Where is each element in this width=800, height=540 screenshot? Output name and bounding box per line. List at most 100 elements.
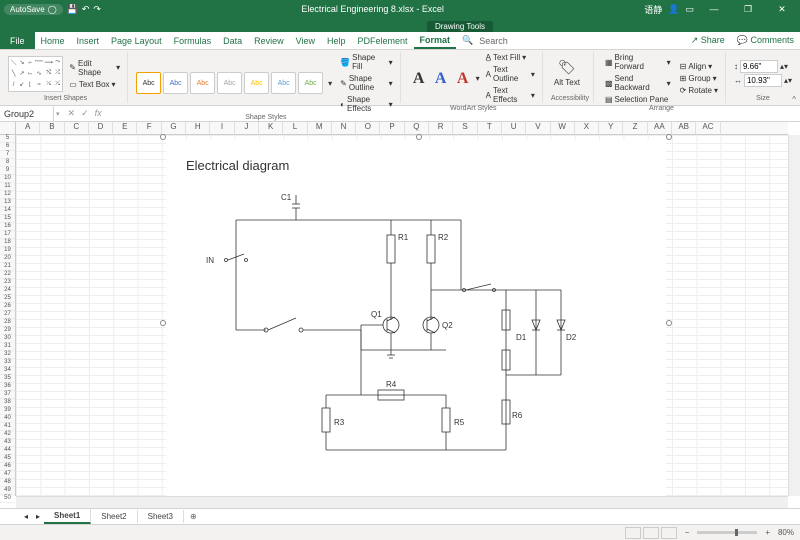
gallery-more-icon[interactable]: ▾	[326, 79, 334, 88]
zoom-level[interactable]: 80%	[778, 528, 794, 537]
row-header[interactable]: 38	[0, 399, 15, 407]
row-header[interactable]: 42	[0, 431, 15, 439]
style-swatch[interactable]: Abc	[271, 72, 296, 94]
row-header[interactable]: 32	[0, 351, 15, 359]
row-header[interactable]: 35	[0, 375, 15, 383]
column-header[interactable]: W	[551, 122, 575, 134]
comments-button[interactable]: 💬 Comments	[731, 35, 800, 46]
row-header[interactable]: 39	[0, 407, 15, 415]
row-header[interactable]: 23	[0, 279, 15, 287]
save-icon[interactable]: 💾	[67, 4, 78, 15]
column-header[interactable]: Z	[623, 122, 647, 134]
row-header[interactable]: 12	[0, 191, 15, 199]
column-header[interactable]: V	[526, 122, 550, 134]
column-header[interactable]: T	[478, 122, 502, 134]
spinner-icon[interactable]: ▴▾	[780, 62, 788, 71]
tab-formulas[interactable]: Formulas	[168, 32, 218, 49]
column-header[interactable]: L	[283, 122, 307, 134]
row-header[interactable]: 18	[0, 239, 15, 247]
collapse-ribbon-button[interactable]: ^	[792, 95, 796, 104]
column-header[interactable]: Y	[599, 122, 623, 134]
column-header[interactable]: J	[235, 122, 259, 134]
sheet-tab-sheet1[interactable]: Sheet1	[44, 509, 91, 524]
row-header[interactable]: 9	[0, 167, 15, 175]
sheet-tab-sheet2[interactable]: Sheet2	[91, 510, 137, 523]
bring-forward-button[interactable]: ▦Bring Forward ▾	[602, 52, 674, 72]
tab-data[interactable]: Data	[217, 32, 248, 49]
tab-page-layout[interactable]: Page Layout	[105, 32, 168, 49]
undo-icon[interactable]: ↶	[82, 4, 90, 15]
row-header[interactable]: 43	[0, 439, 15, 447]
row-header[interactable]: 28	[0, 319, 15, 327]
share-button[interactable]: ↗ Share	[685, 35, 731, 46]
maximize-button[interactable]: ❐	[734, 4, 762, 15]
row-header[interactable]: 13	[0, 199, 15, 207]
row-header[interactable]: 30	[0, 335, 15, 343]
page-layout-view-button[interactable]	[643, 527, 659, 539]
row-header[interactable]: 10	[0, 175, 15, 183]
column-header[interactable]: AC	[696, 122, 720, 134]
column-header[interactable]: A	[16, 122, 40, 134]
close-button[interactable]: ✕	[768, 4, 796, 15]
redo-icon[interactable]: ↷	[93, 4, 101, 15]
row-header[interactable]: 17	[0, 231, 15, 239]
wordart-swatch[interactable]: A	[409, 66, 429, 92]
page-break-view-button[interactable]	[661, 527, 677, 539]
column-header[interactable]: F	[137, 122, 161, 134]
align-button[interactable]: ⊟Align ▾	[677, 61, 721, 72]
rotate-button[interactable]: ⟳Rotate ▾	[677, 85, 721, 96]
style-swatch[interactable]: Abc	[217, 72, 242, 94]
tab-format[interactable]: Format	[414, 32, 457, 49]
row-header[interactable]: 36	[0, 383, 15, 391]
row-header[interactable]: 19	[0, 247, 15, 255]
row-header[interactable]: 21	[0, 263, 15, 271]
alt-text-button[interactable]: Alt Text	[551, 77, 583, 88]
edit-shape-button[interactable]: ✎Edit Shape ▾	[66, 58, 123, 78]
row-header[interactable]: 8	[0, 159, 15, 167]
add-sheet-button[interactable]: ⊕	[184, 512, 203, 521]
diagram-shape-group[interactable]: Electrical diagram C1 IN R1 R2	[166, 140, 666, 500]
normal-view-button[interactable]	[625, 527, 641, 539]
row-header[interactable]: 45	[0, 455, 15, 463]
row-header[interactable]: 5	[0, 135, 15, 143]
row-header[interactable]: 22	[0, 271, 15, 279]
tab-home[interactable]: Home	[35, 32, 71, 49]
sheet-nav-prev-icon[interactable]: ◂	[20, 512, 32, 521]
fx-icon[interactable]: fx	[95, 108, 102, 119]
send-backward-button[interactable]: ▩Send Backward ▾	[602, 73, 674, 93]
spinner-icon[interactable]: ▴▾	[784, 76, 792, 85]
sheet-nav-next-icon[interactable]: ▸	[32, 512, 44, 521]
search-label[interactable]: Search	[479, 36, 508, 46]
cells-area[interactable]: Electrical diagram C1 IN R1 R2	[16, 135, 788, 496]
row-header[interactable]: 26	[0, 303, 15, 311]
row-header[interactable]: 6	[0, 143, 15, 151]
row-header[interactable]: 46	[0, 463, 15, 471]
column-header[interactable]: K	[259, 122, 283, 134]
row-header[interactable]: 7	[0, 151, 15, 159]
text-box-button[interactable]: ▭Text Box ▾	[66, 79, 123, 90]
row-header[interactable]: 49	[0, 487, 15, 495]
ribbon-options-icon[interactable]: ▭	[685, 4, 694, 15]
zoom-out-button[interactable]: −	[685, 528, 690, 537]
column-header[interactable]: D	[89, 122, 113, 134]
column-header[interactable]: G	[162, 122, 186, 134]
row-header[interactable]: 16	[0, 223, 15, 231]
column-header[interactable]: I	[210, 122, 234, 134]
style-swatch[interactable]: Abc	[163, 72, 188, 94]
autosave-toggle[interactable]: AutoSave ◯	[4, 4, 63, 15]
column-header[interactable]: O	[356, 122, 380, 134]
select-all-button[interactable]	[0, 122, 16, 135]
resize-handle[interactable]	[666, 134, 672, 140]
row-header[interactable]: 11	[0, 183, 15, 191]
row-header[interactable]: 37	[0, 391, 15, 399]
style-swatch[interactable]: Abc	[298, 72, 323, 94]
selection-pane-button[interactable]: ▤Selection Pane	[602, 94, 674, 105]
row-header[interactable]: 31	[0, 343, 15, 351]
column-header[interactable]: E	[113, 122, 137, 134]
shape-effects-button[interactable]: ◐Shape Effects ▾	[337, 94, 396, 114]
tab-help[interactable]: Help	[321, 32, 352, 49]
tab-pdfelement[interactable]: PDFelement	[352, 32, 414, 49]
vertical-scrollbar[interactable]	[788, 135, 800, 496]
row-header[interactable]: 47	[0, 471, 15, 479]
wordart-swatch[interactable]: A	[431, 66, 451, 92]
